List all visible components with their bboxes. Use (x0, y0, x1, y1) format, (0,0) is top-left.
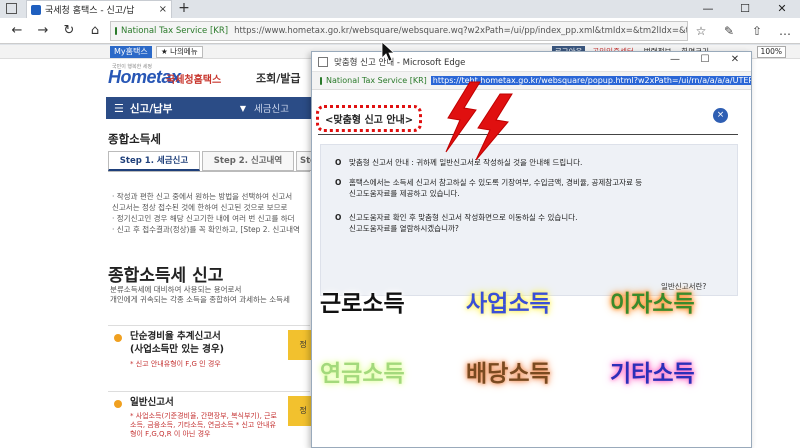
new-tab-button[interactable]: + (176, 1, 192, 17)
info-bullets: · 작성과 편한 신고 중에서 원하는 방법을 선택하여 신고서 신고서는 정상… (112, 191, 312, 235)
desc-line: 분류소득세에 대비하여 사용되는 용어로서 (110, 285, 242, 294)
bullet-line: · 정기신고인 경우 해당 신고기한 내에 여러 번 신고를 하더 (112, 214, 295, 223)
notice-text: 신고도움자료를 열람하시겠습니까? (349, 224, 459, 233)
card-title: (사업소득만 있는 경우) (130, 344, 224, 355)
more-icon[interactable]: … (776, 22, 794, 40)
share-icon[interactable]: ⇧ (748, 22, 766, 40)
step-tabs: Step 1. 세금신고 Step 2. 신고내역 Step (108, 151, 328, 171)
close-tab-icon[interactable]: × (159, 4, 167, 15)
bulb-icon (114, 400, 122, 408)
page-title: 종합소득세 신고 (108, 266, 224, 286)
notes-icon[interactable]: ✎ (720, 22, 738, 40)
notice-line: 신고도움자료를 제공하고 있습니다. (335, 188, 460, 199)
tab-title: 국세청 홈택스 - 신고/납 (45, 6, 135, 16)
back-button[interactable]: ← (8, 22, 26, 40)
notice-line: O 신고도움자료 확인 후 맞춤형 신고서 작성화면으로 이동하실 수 있습니다. (335, 212, 577, 223)
page-description: 분류소득세에 대비하여 사용되는 용어로서 개인에게 귀속되는 각종 소득을 종… (110, 285, 290, 305)
zoom-select[interactable]: 100% (756, 46, 786, 58)
popup-page-icon (318, 57, 328, 67)
forward-button[interactable]: → (34, 22, 52, 40)
popup-titlebar: 맞춤형 신고 안내 - Microsoft Edge — ☐ ✕ (312, 52, 751, 72)
popup-address-bar: National Tax Service [KR] https://teht.h… (312, 72, 751, 90)
category-interest-income: 이자소득 (610, 291, 695, 317)
hometax-logo[interactable]: 국민이 행복한 세정 Hometax 국세청홈택스 (108, 63, 221, 93)
category-other-income: 기타소득 (610, 361, 695, 387)
card-title: 단순경비율 추계신고서 (130, 331, 221, 342)
notice-line: O 맞춤형 신고서 안내 : 귀하께 일반신고서로 작성하실 것을 안내해 드립니… (335, 157, 582, 168)
bullet-line: · 신고 후 접수결과(정상)를 꼭 확인하고, [Step 2. 신고내역 (112, 225, 300, 234)
bullet-line: 신고서는 정상 접수된 것에 한하여 신고된 것으로 보므로 (112, 203, 288, 212)
url-text: https://www.hometax.go.kr/websquare/webs… (234, 26, 688, 36)
category-dividend-income: 배당소득 (466, 361, 551, 387)
notice-text: 맞춤형 신고서 안내 : 귀하께 일반신고서로 작성하실 것을 안내해 드립니다… (349, 158, 583, 167)
home-button[interactable]: ⌂ (86, 22, 104, 40)
close-window-button[interactable]: ✕ (764, 0, 800, 18)
popup-window: 맞춤형 신고 안내 - Microsoft Edge — ☐ ✕ Nationa… (311, 51, 752, 448)
popup-url[interactable]: https://teht.hometax.go.kr/websquare/pop… (430, 76, 751, 85)
card-title: 일반신고서 (130, 397, 174, 408)
popup-title: 맞춤형 신고 안내 - Microsoft Edge (334, 58, 466, 68)
bulb-icon (114, 334, 122, 342)
navbar-sub[interactable]: 세금신고 (254, 101, 289, 115)
simple-return-card: 단순경비율 추계신고서 (사업소득만 있는 경우) * 신고 안내유형이 F,G… (108, 325, 318, 389)
notice-text: 신고도움자료 확인 후 맞춤형 신고서 작성화면으로 이동하실 수 있습니다. (349, 213, 578, 222)
bullet-icon: O (335, 178, 342, 187)
lock-icon (320, 76, 322, 85)
card-note: * 신고 안내유형이 F,G 인 경우 (130, 360, 221, 368)
notice-text: 홈택스에서는 소득세 신고서 참고하실 수 있도록 기장여부, 수입금액, 경비… (349, 178, 643, 187)
popup-divider (318, 134, 738, 135)
minimize-button[interactable]: — (690, 0, 726, 18)
bullet-icon: O (335, 158, 342, 167)
myhome-button[interactable]: My홈택스 (110, 46, 152, 58)
popup-minimize-button[interactable]: — (664, 54, 686, 65)
navbar-label[interactable]: 신고/납부 (130, 101, 240, 116)
gnb-inquiry[interactable]: 조회/발급 (256, 70, 301, 86)
notice-box: O 맞춤형 신고서 안내 : 귀하께 일반신고서로 작성하실 것을 안내해 드립니… (320, 144, 738, 296)
popup-close-window-button[interactable]: ✕ (724, 54, 746, 65)
tab-step1[interactable]: Step 1. 세금신고 (108, 151, 200, 171)
favorite-star-icon[interactable]: ☆ (692, 22, 710, 40)
category-earned-income: 근로소득 (320, 291, 405, 317)
tab-actions-icon[interactable] (6, 3, 17, 14)
bullet-icon: O (335, 213, 342, 222)
maximize-button[interactable]: ☐ (727, 0, 763, 18)
site-identity: National Tax Service [KR] (121, 26, 229, 36)
category-navbar: ☰ 신고/납부 ▼ 세금신고 (106, 97, 311, 119)
notice-line: O 홈택스에서는 소득세 신고서 참고하실 수 있도록 기장여부, 수입금액, 경… (335, 177, 642, 188)
url-field[interactable]: National Tax Service [KR] https://www.ho… (110, 21, 688, 41)
refresh-button[interactable]: ↻ (60, 22, 78, 40)
section-title: 종합소득세 (108, 132, 161, 146)
popup-maximize-button[interactable]: ☐ (694, 54, 716, 65)
general-return-card: 일반신고서 * 사업소득(기준경비율, 간편장부, 복식부기), 근로소득, 금… (108, 391, 318, 448)
hometax-favicon-icon (31, 4, 41, 15)
menu-icon[interactable]: ☰ (114, 102, 124, 115)
popup-site-identity: National Tax Service [KR] (326, 76, 427, 85)
browser-tab[interactable]: 국세청 홈택스 - 신고/납 × (26, 0, 172, 18)
browser-tab-bar: 국세청 홈택스 - 신고/납 × + — ☐ ✕ (0, 0, 800, 18)
desc-line: 개인에게 귀속되는 각종 소득을 종합하여 과세하는 소득세 (110, 295, 290, 304)
lock-icon (115, 27, 117, 35)
popup-header: <맞춤형 신고 안내> × (312, 102, 751, 132)
tab-step2[interactable]: Step 2. 신고내역 (202, 151, 294, 171)
dropdown-icon[interactable]: ▼ (240, 104, 246, 113)
popup-heading: <맞춤형 신고 안내> (316, 105, 423, 132)
step-divider (108, 171, 310, 172)
browser-address-bar: ← → ↻ ⌂ National Tax Service [KR] https:… (0, 18, 800, 44)
notice-text: 신고도움자료를 제공하고 있습니다. (349, 189, 460, 198)
mymenu-button[interactable]: ★ 나의메뉴 (156, 46, 203, 58)
bullet-line: · 작성과 편한 신고 중에서 원하는 방법을 선택하여 신고서 (112, 192, 293, 201)
category-business-income: 사업소득 (466, 291, 551, 317)
logo-subtitle: 국세청홈택스 (166, 75, 222, 86)
popup-close-icon[interactable]: × (713, 108, 728, 123)
card-note: * 사업소득(기준경비율, 간편장부, 복식부기), 근로소득, 금융소득, 기… (130, 412, 277, 438)
notice-line: 신고도움자료를 열람하시겠습니까? (335, 223, 459, 234)
category-pension-income: 연금소득 (320, 361, 405, 387)
